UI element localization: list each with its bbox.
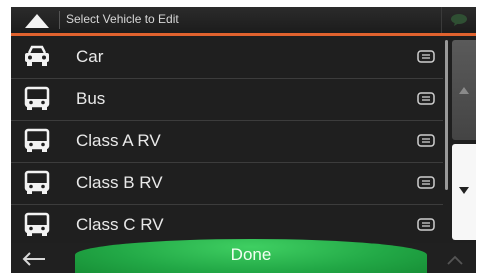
vehicle-label: Bus — [76, 89, 106, 108]
vehicle-row-class-c-rv[interactable]: Class C RV — [11, 204, 443, 243]
vehicle-label: Class A RV — [76, 131, 161, 150]
list-scrollbar[interactable] — [445, 40, 448, 190]
back-arrow-icon[interactable] — [21, 251, 47, 267]
navigation-screen: Select Vehicle to Edit Car Bus Class A R… — [11, 7, 476, 273]
header-bar: Select Vehicle to Edit — [11, 7, 476, 36]
vehicle-row-class-b-rv[interactable]: Class B RV — [11, 162, 443, 205]
edit-menu-icon[interactable] — [417, 92, 435, 105]
bus-icon — [23, 212, 51, 238]
bus-icon — [23, 170, 51, 196]
vehicle-label: Class B RV — [76, 173, 163, 192]
scroll-up-arrow-icon — [459, 87, 469, 94]
up-arrow-icon[interactable] — [24, 13, 50, 29]
vehicle-row-bus[interactable]: Bus — [11, 78, 443, 121]
edit-menu-icon[interactable] — [417, 218, 435, 231]
vehicle-list[interactable]: Car Bus Class A RV Class B RV Class C RV — [11, 36, 443, 243]
car-icon — [23, 44, 51, 70]
header-divider — [59, 11, 60, 29]
scroll-down-button[interactable] — [452, 144, 476, 240]
bus-icon — [23, 128, 51, 154]
scroll-up-button[interactable] — [452, 40, 476, 140]
edit-menu-icon[interactable] — [417, 50, 435, 63]
chevron-up-icon[interactable] — [446, 253, 464, 265]
bus-icon — [23, 86, 51, 112]
message-button[interactable] — [441, 7, 476, 33]
edit-menu-icon[interactable] — [417, 134, 435, 147]
page-title: Select Vehicle to Edit — [66, 12, 179, 26]
edit-menu-icon[interactable] — [417, 176, 435, 189]
vehicle-label: Car — [76, 47, 104, 66]
done-button[interactable]: Done — [75, 239, 427, 273]
vehicle-row-class-a-rv[interactable]: Class A RV — [11, 120, 443, 163]
scroll-down-arrow-icon — [459, 187, 469, 194]
vehicle-row-car[interactable]: Car — [11, 36, 443, 79]
speech-bubble-icon — [451, 14, 467, 26]
vehicle-label: Class C RV — [76, 215, 164, 234]
